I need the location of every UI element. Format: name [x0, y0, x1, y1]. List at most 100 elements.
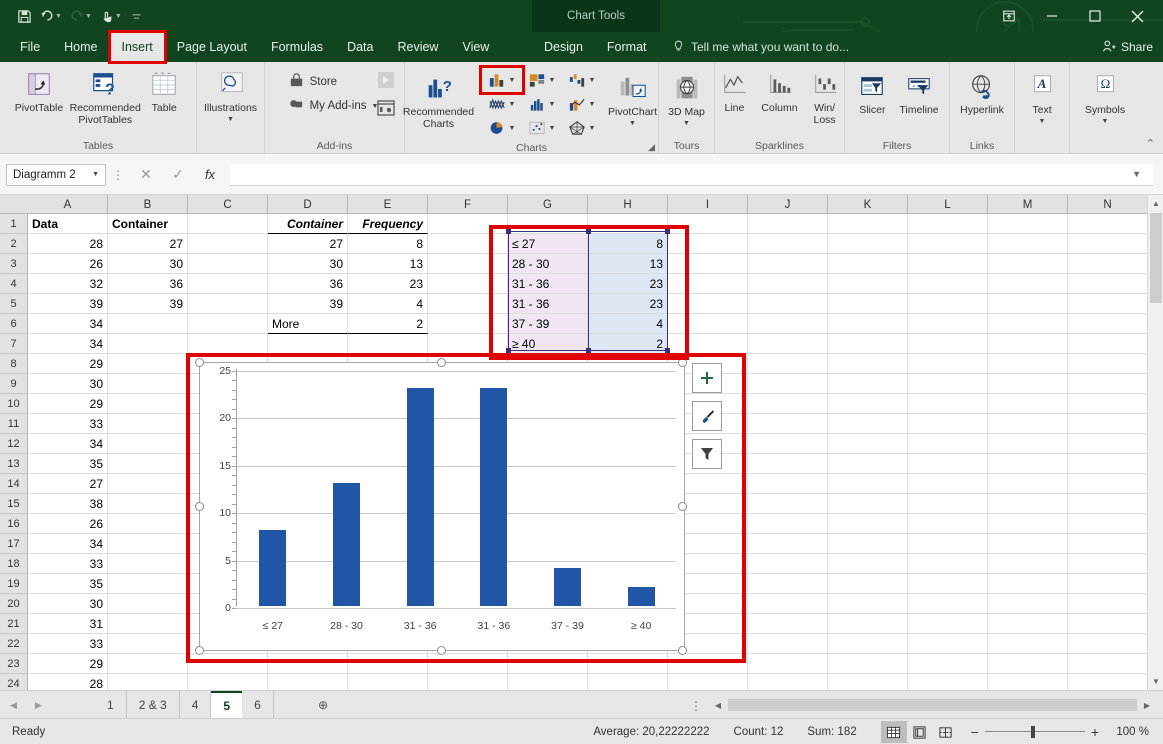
column-header-G[interactable]: G: [508, 195, 588, 214]
chart-elements-icon[interactable]: [692, 363, 722, 393]
cell-L22[interactable]: [908, 634, 988, 654]
cell-F2[interactable]: [428, 234, 508, 254]
cell-C2[interactable]: [188, 234, 268, 254]
enter-icon[interactable]: ✓: [162, 163, 194, 187]
cell-B4[interactable]: 36: [108, 274, 188, 294]
pivottable-button[interactable]: PivotTable: [10, 66, 68, 116]
symbols-caret-icon[interactable]: ▼: [1102, 116, 1109, 128]
chart-type-gallery[interactable]: ▼ ▼ ▼ ▼ ▼: [482, 68, 602, 140]
chart-handle-tl[interactable]: [195, 358, 204, 367]
tell-me-box[interactable]: Tell me what you want to do...: [672, 32, 849, 62]
cell-N4[interactable]: [1068, 274, 1148, 294]
cell-A18[interactable]: 33: [28, 554, 108, 574]
column-header-B[interactable]: B: [108, 195, 188, 214]
my-addins-button[interactable]: My Add-ins ▼: [285, 94, 385, 118]
insert-function-icon[interactable]: fx: [194, 163, 226, 187]
symbols-button[interactable]: Ω Symbols ▼: [1074, 68, 1136, 130]
row-header-8[interactable]: 8: [0, 354, 28, 374]
column-chart-button[interactable]: ▼: [482, 68, 522, 92]
cell-M3[interactable]: [988, 254, 1068, 274]
cell-B19[interactable]: [108, 574, 188, 594]
hierarchy-chart-caret-icon[interactable]: ▼: [549, 77, 556, 84]
cell-I2[interactable]: [668, 234, 748, 254]
cell-G1[interactable]: [508, 214, 588, 234]
formula-bar-buttons[interactable]: ✕ ✓ fx: [130, 163, 226, 187]
column-header-A[interactable]: A: [28, 195, 108, 214]
cell-C6[interactable]: [188, 314, 268, 334]
cell-J21[interactable]: [748, 614, 828, 634]
chart-bar[interactable]: [259, 530, 286, 606]
cell-H6[interactable]: 4: [588, 314, 668, 334]
cell-C24[interactable]: [188, 674, 268, 690]
normal-view-icon[interactable]: [881, 721, 907, 743]
column-header-H[interactable]: H: [588, 195, 668, 214]
cell-M14[interactable]: [988, 474, 1068, 494]
tab-data[interactable]: Data: [335, 32, 385, 62]
cell-M15[interactable]: [988, 494, 1068, 514]
column-chart-caret-icon[interactable]: ▼: [509, 77, 516, 84]
cancel-icon[interactable]: ✕: [130, 163, 162, 187]
cell-B13[interactable]: [108, 454, 188, 474]
cell-A16[interactable]: 26: [28, 514, 108, 534]
cell-J11[interactable]: [748, 414, 828, 434]
hierarchy-chart-button[interactable]: ▼: [522, 68, 562, 92]
scroll-down-icon[interactable]: ▼: [1148, 673, 1163, 690]
cell-N3[interactable]: [1068, 254, 1148, 274]
expand-formula-bar-icon[interactable]: ▼: [1132, 169, 1141, 179]
table-button[interactable]: Table: [142, 66, 186, 116]
combo-chart-button[interactable]: ▼: [562, 92, 602, 116]
cell-J19[interactable]: [748, 574, 828, 594]
cell-B14[interactable]: [108, 474, 188, 494]
row-header-24[interactable]: 24: [0, 674, 28, 690]
cell-M1[interactable]: [988, 214, 1068, 234]
cell-I6[interactable]: [668, 314, 748, 334]
horizontal-scroll-thumb[interactable]: [728, 699, 1137, 711]
column-header-E[interactable]: E: [348, 195, 428, 214]
contextual-ribbon-tabs[interactable]: Design Format: [532, 32, 659, 62]
cell-I4[interactable]: [668, 274, 748, 294]
hyperlink-button[interactable]: Hyperlink: [951, 68, 1014, 118]
cell-D24[interactable]: [268, 674, 348, 690]
cell-F5[interactable]: [428, 294, 508, 314]
cell-J18[interactable]: [748, 554, 828, 574]
cell-M4[interactable]: [988, 274, 1068, 294]
cell-N20[interactable]: [1068, 594, 1148, 614]
cell-N16[interactable]: [1068, 514, 1148, 534]
cell-F3[interactable]: [428, 254, 508, 274]
cell-J7[interactable]: [748, 334, 828, 354]
cell-E1[interactable]: Frequency: [348, 214, 428, 234]
zoom-slider[interactable]: [985, 726, 1085, 738]
cell-J6[interactable]: [748, 314, 828, 334]
column-header-J[interactable]: J: [748, 195, 828, 214]
sheet-tabs[interactable]: 12 & 3456: [95, 691, 274, 719]
chart-bar[interactable]: [407, 388, 434, 606]
people-graph-icon[interactable]: [376, 98, 396, 121]
cell-F24[interactable]: [428, 674, 508, 690]
row-header-11[interactable]: 11: [0, 414, 28, 434]
cell-B20[interactable]: [108, 594, 188, 614]
chart-handle-bl[interactable]: [195, 646, 204, 655]
cell-B18[interactable]: [108, 554, 188, 574]
cell-D1[interactable]: Container: [268, 214, 348, 234]
cell-K19[interactable]: [828, 574, 908, 594]
tab-view[interactable]: View: [450, 32, 501, 62]
cell-C4[interactable]: [188, 274, 268, 294]
cell-A15[interactable]: 38: [28, 494, 108, 514]
cell-J23[interactable]: [748, 654, 828, 674]
cell-L23[interactable]: [908, 654, 988, 674]
column-header-L[interactable]: L: [908, 195, 988, 214]
window-controls[interactable]: [987, 0, 1159, 32]
row-header-2[interactable]: 2: [0, 234, 28, 254]
line-chart-button[interactable]: ▼: [482, 92, 522, 116]
cell-A10[interactable]: 29: [28, 394, 108, 414]
statistic-chart-button[interactable]: ▼: [522, 92, 562, 116]
cell-K6[interactable]: [828, 314, 908, 334]
radar-chart-caret-icon[interactable]: ▼: [589, 125, 596, 132]
tab-home[interactable]: Home: [52, 32, 109, 62]
cell-A12[interactable]: 34: [28, 434, 108, 454]
row-header-7[interactable]: 7: [0, 334, 28, 354]
cell-A19[interactable]: 35: [28, 574, 108, 594]
cell-K15[interactable]: [828, 494, 908, 514]
cell-L9[interactable]: [908, 374, 988, 394]
cell-E7[interactable]: [348, 334, 428, 354]
